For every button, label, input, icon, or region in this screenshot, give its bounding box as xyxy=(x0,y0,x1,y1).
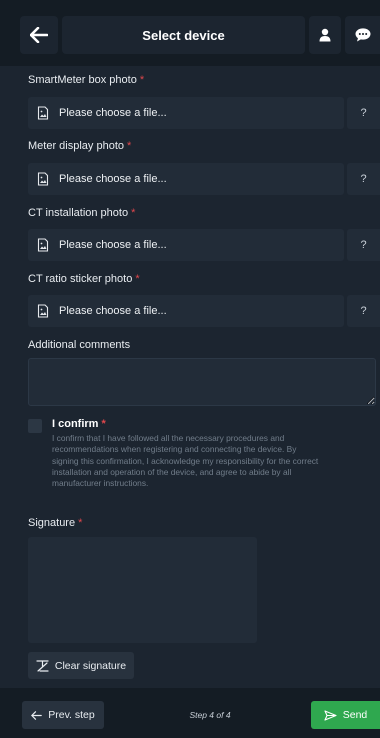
file-image-icon xyxy=(37,238,51,252)
footer-bar: Prev. step Step 4 of 4 Send xyxy=(0,688,380,738)
confirm-title: I confirm * xyxy=(52,418,106,430)
label-text: Meter display photo xyxy=(28,140,124,152)
file-placeholder: Please choose a file... xyxy=(59,107,167,119)
clear-signature-button[interactable]: Clear signature xyxy=(28,652,134,679)
comments-label: Additional comments xyxy=(28,339,131,351)
chat-bubble-icon xyxy=(355,28,370,42)
help-button[interactable]: ? xyxy=(347,295,380,327)
file-placeholder: Please choose a file... xyxy=(59,305,167,317)
required-marker: * xyxy=(139,74,145,86)
field-label-ct-ratio-sticker-photo: CT ratio sticker photo * xyxy=(28,273,140,285)
file-input-ct-installation-photo[interactable]: Please choose a file... xyxy=(28,229,344,261)
send-label: Send xyxy=(342,709,368,721)
send-icon xyxy=(324,709,337,721)
label-text: CT ratio sticker photo xyxy=(28,273,133,285)
field-label-smartmeter-box-photo: SmartMeter box photo * xyxy=(28,74,144,86)
required-marker: * xyxy=(135,273,140,285)
file-placeholder: Please choose a file... xyxy=(59,173,167,185)
comments-textarea[interactable] xyxy=(28,358,376,406)
required-marker: * xyxy=(78,517,83,529)
field-label-ct-installation-photo: CT installation photo * xyxy=(28,207,135,219)
confirm-checkbox[interactable] xyxy=(28,419,42,433)
prev-step-button[interactable]: Prev. step xyxy=(22,701,104,729)
file-image-icon xyxy=(37,106,51,120)
user-button[interactable] xyxy=(309,16,341,54)
help-button[interactable]: ? xyxy=(347,163,380,195)
page-title: Select device xyxy=(62,16,305,54)
file-input-meter-display-photo[interactable]: Please choose a file... xyxy=(28,163,344,195)
step-indicator: Step 4 of 4 xyxy=(189,710,231,720)
confirm-title-text: I confirm xyxy=(52,418,99,430)
confirm-description: I confirm that I have followed all the n… xyxy=(52,433,319,489)
app: Select device SmartMeter box photo * Plea… xyxy=(0,0,380,738)
required-marker: * xyxy=(101,418,106,430)
label-text: CT installation photo xyxy=(28,207,129,219)
help-button[interactable]: ? xyxy=(347,229,380,261)
chat-button[interactable] xyxy=(345,16,380,54)
field-label-meter-display-photo: Meter display photo * xyxy=(28,140,131,152)
file-image-icon xyxy=(37,172,51,186)
prev-step-label: Prev. step xyxy=(48,709,95,721)
file-input-smartmeter-box-photo[interactable]: Please choose a file... xyxy=(28,97,344,129)
user-icon xyxy=(319,28,331,42)
send-button[interactable]: Send xyxy=(311,701,380,729)
help-button[interactable]: ? xyxy=(347,97,380,129)
arrow-left-icon xyxy=(30,27,48,43)
arrow-left-icon xyxy=(31,710,43,720)
signature-pad[interactable] xyxy=(28,537,257,643)
header-bar: Select device xyxy=(0,0,380,66)
file-placeholder: Please choose a file... xyxy=(59,239,167,251)
eraser-icon xyxy=(36,659,49,672)
label-text: SmartMeter box photo xyxy=(28,74,137,86)
required-marker: * xyxy=(127,140,132,152)
file-image-icon xyxy=(37,304,51,318)
label-text: Signature xyxy=(28,517,76,529)
clear-signature-label: Clear signature xyxy=(54,659,127,672)
file-input-ct-ratio-sticker-photo[interactable]: Please choose a file... xyxy=(28,295,344,327)
required-marker: * xyxy=(131,207,136,219)
signature-label: Signature * xyxy=(28,517,82,529)
back-button[interactable] xyxy=(20,16,58,54)
